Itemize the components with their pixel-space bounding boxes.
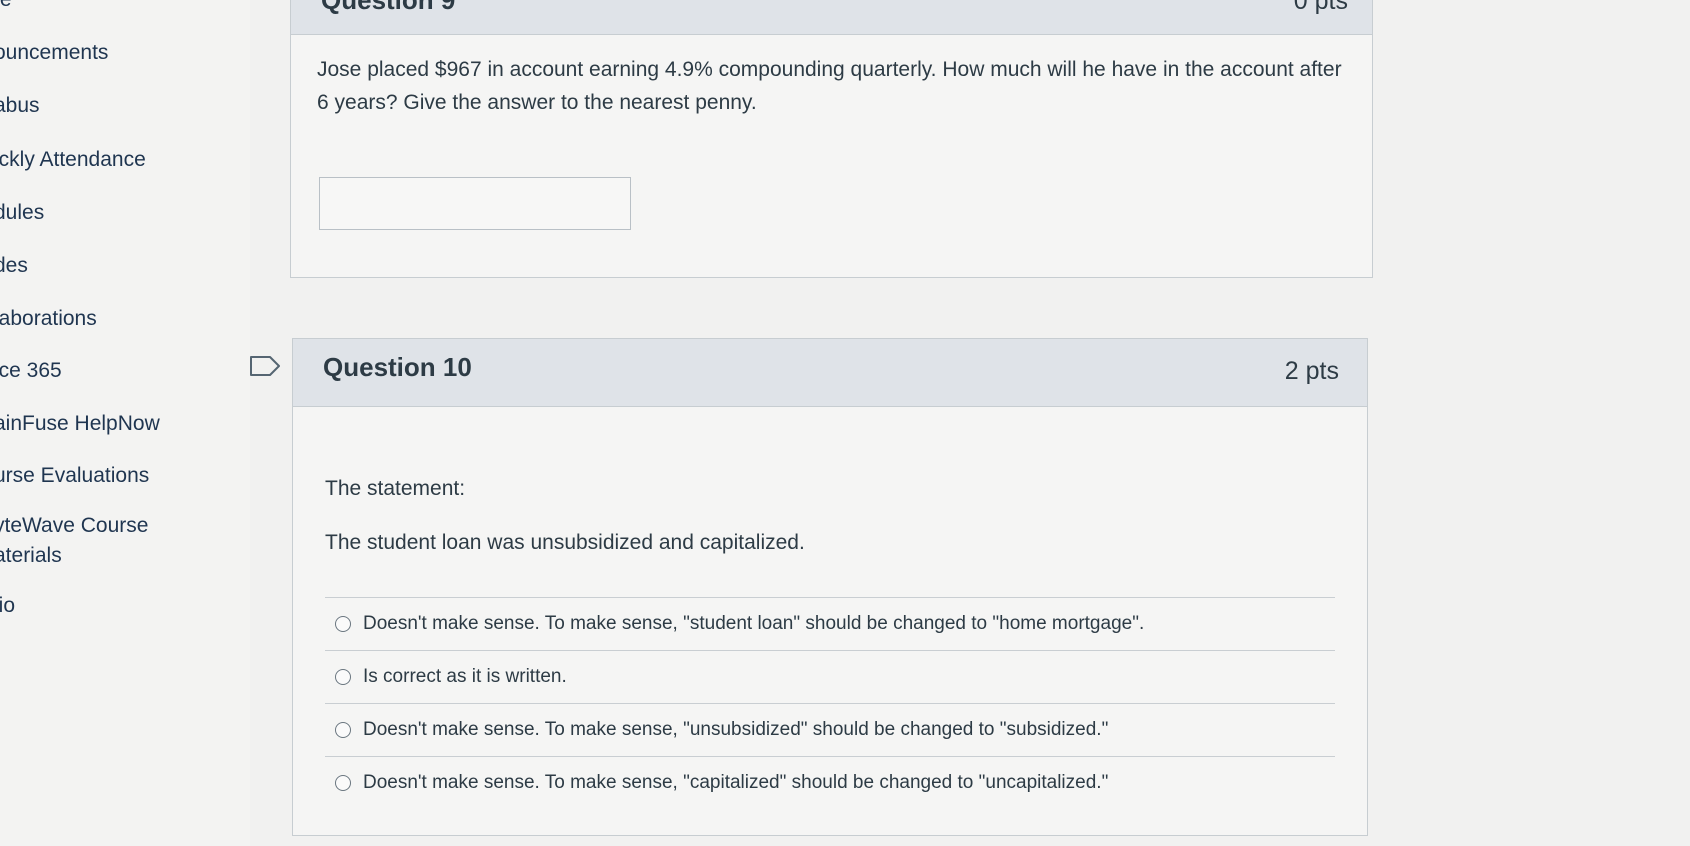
question-points: 2 pts — [1284, 357, 1339, 385]
nav-item-brainfuse-helpnow[interactable]: ainFuse HelpNow — [0, 410, 160, 438]
radio-button[interactable] — [335, 775, 351, 791]
nav-item-home[interactable]: ıe — [0, 0, 12, 14]
nav-item-course-evaluations[interactable]: urse Evaluations — [0, 462, 149, 490]
nav-item-bytewave-course-materials-line2[interactable]: aterials — [0, 542, 62, 570]
question-10: Question 10 2 pts The statement: The stu… — [292, 338, 1368, 836]
choice-label: Doesn't make sense. To make sense, "stud… — [363, 613, 1145, 634]
question-header: Question 9 0 pts — [291, 0, 1372, 35]
answer-choice[interactable]: Doesn't make sense. To make sense, "stud… — [325, 598, 1335, 651]
nav-item-syllabus[interactable]: abus — [0, 92, 40, 120]
course-navigation: ıe ouncements abus ickly Attendance dule… — [0, 0, 250, 846]
nav-item-collaborations[interactable]: laborations — [0, 305, 97, 333]
answer-choice[interactable]: Doesn't make sense. To make sense, "unsu… — [325, 704, 1335, 757]
answer-choice[interactable]: Doesn't make sense. To make sense, "capi… — [325, 757, 1335, 809]
nav-item-quickly-attendance[interactable]: ickly Attendance — [0, 146, 146, 174]
choice-label: Is correct as it is written. — [363, 666, 567, 687]
question-title: Question 9 — [321, 0, 456, 15]
statement-text: The student loan was unsubsidized and ca… — [325, 531, 805, 554]
answer-choices: Doesn't make sense. To make sense, "stud… — [325, 597, 1335, 809]
radio-button[interactable] — [335, 616, 351, 632]
answer-input[interactable] — [319, 177, 631, 230]
choice-label: Doesn't make sense. To make sense, "unsu… — [363, 719, 1109, 740]
radio-button[interactable] — [335, 722, 351, 738]
question-text: Jose placed $967 in account earning 4.9%… — [317, 58, 1342, 114]
flag-question-icon[interactable] — [248, 354, 282, 378]
nav-item-bytewave-course-materials[interactable]: yteWave Course — [0, 512, 148, 540]
question-9: Question 9 0 pts Jose placed $967 in acc… — [290, 0, 1373, 278]
question-points: 0 pts — [1293, 0, 1348, 15]
nav-item-portfolio[interactable]: lio — [0, 592, 15, 620]
nav-item-grades[interactable]: des — [0, 252, 28, 280]
question-header: Question 10 2 pts — [293, 339, 1367, 407]
answer-choice[interactable]: Is correct as it is written. — [325, 651, 1335, 704]
nav-item-modules[interactable]: dules — [0, 199, 44, 227]
statement-label: The statement: — [325, 477, 466, 500]
choice-label: Doesn't make sense. To make sense, "capi… — [363, 772, 1109, 793]
nav-item-announcements[interactable]: ouncements — [0, 39, 108, 67]
question-title: Question 10 — [323, 352, 472, 382]
radio-button[interactable] — [335, 669, 351, 685]
nav-item-office-365[interactable]: ice 365 — [0, 357, 62, 385]
